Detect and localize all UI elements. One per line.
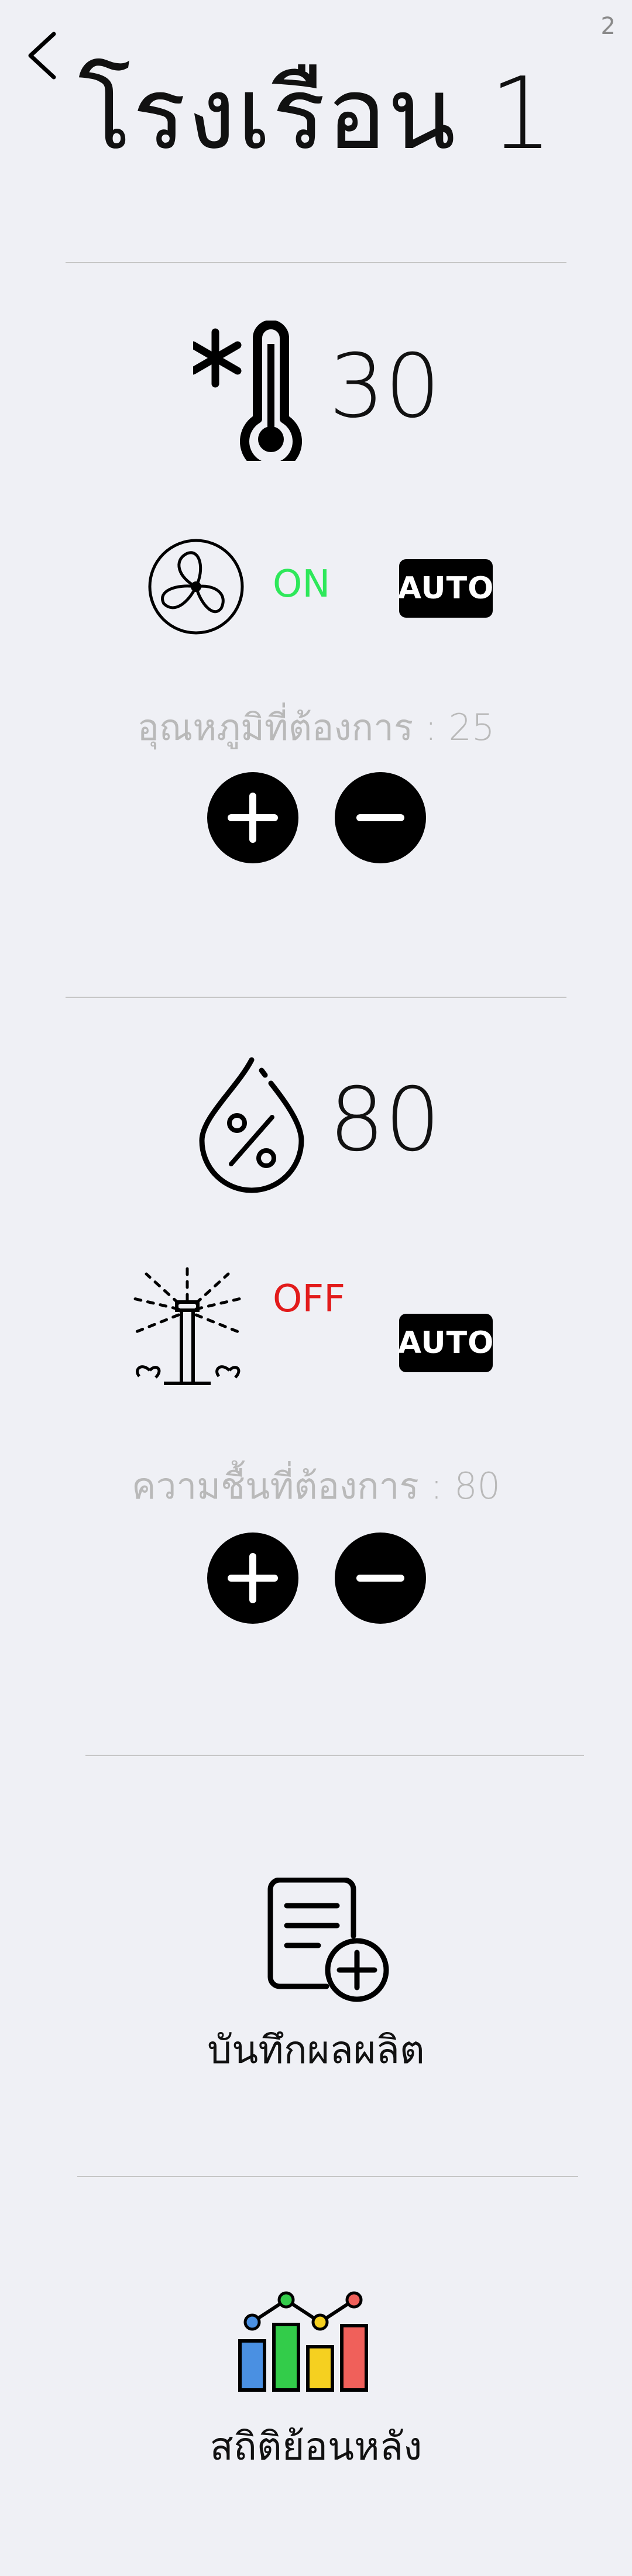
minus-icon bbox=[356, 814, 404, 821]
temperature-value: 30 bbox=[329, 336, 441, 438]
plus-icon bbox=[228, 793, 278, 843]
target-humidity: ความชื้นที่ต้องการ : 80 bbox=[132, 1465, 500, 1507]
decrease-temperature-button[interactable] bbox=[335, 772, 426, 863]
divider bbox=[77, 2176, 578, 2177]
increase-humidity-button[interactable] bbox=[207, 1532, 298, 1624]
divider bbox=[85, 1755, 584, 1756]
humidity-drop-icon bbox=[196, 1053, 307, 1193]
page-title: โรงเรือน 1 bbox=[78, 56, 554, 172]
divider bbox=[66, 262, 566, 263]
increase-temperature-button[interactable] bbox=[207, 772, 298, 863]
record-production-button[interactable]: บันทึกผลผลิต bbox=[0, 1860, 632, 2072]
thermometer-snowflake-icon bbox=[193, 321, 313, 461]
bar-chart-icon bbox=[233, 2282, 373, 2399]
fan-auto-button[interactable]: AUTO bbox=[398, 559, 493, 618]
decrease-humidity-button[interactable] bbox=[335, 1532, 426, 1624]
humidity-value: 80 bbox=[329, 1069, 441, 1171]
divider bbox=[66, 997, 566, 998]
history-statistics-label: สถิติย้อนหลัง bbox=[209, 2424, 423, 2469]
page-number: 2 bbox=[600, 13, 616, 40]
minus-icon bbox=[356, 1575, 404, 1582]
target-temperature: อุณหภูมิที่ต้องการ : 25 bbox=[137, 706, 495, 749]
fan-status: ON bbox=[273, 563, 331, 606]
plus-icon bbox=[228, 1553, 278, 1603]
sprinkler-icon bbox=[123, 1262, 252, 1391]
record-production-label: บันทึกผลผลิต bbox=[207, 2027, 425, 2072]
history-statistics-button[interactable]: สถิติย้อนหลัง bbox=[0, 2270, 632, 2480]
document-add-icon bbox=[265, 1878, 393, 2006]
sprinkler-status: OFF bbox=[273, 1277, 345, 1321]
sprinkler-auto-button[interactable]: AUTO bbox=[398, 1314, 493, 1372]
fan-icon bbox=[146, 537, 246, 636]
